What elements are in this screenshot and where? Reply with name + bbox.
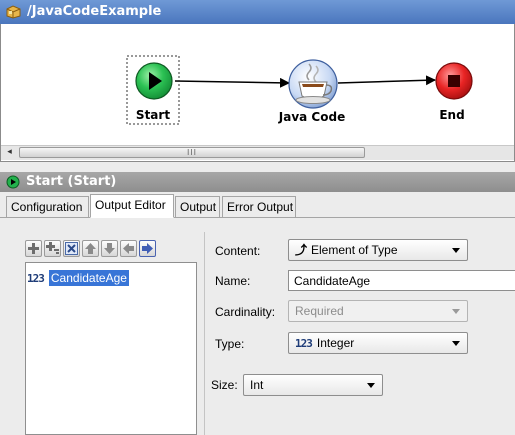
add-child-icon xyxy=(46,242,59,254)
connector-java-end[interactable] xyxy=(337,75,436,86)
start-node-label: Start xyxy=(136,108,170,122)
tab-configuration[interactable]: Configuration xyxy=(6,196,89,218)
integer-type-icon: 123 xyxy=(295,337,313,350)
stop-icon xyxy=(448,75,460,87)
integer-type-icon: 123 xyxy=(27,272,45,285)
chevron-down-icon xyxy=(367,383,375,388)
move-down-icon xyxy=(104,243,115,254)
content-label: Content: xyxy=(215,244,261,258)
move-right-button[interactable] xyxy=(139,240,156,257)
move-left-icon xyxy=(123,243,134,254)
tab-error-output[interactable]: Error Output xyxy=(222,196,296,218)
add-button[interactable] xyxy=(25,240,42,257)
tab-baseline xyxy=(0,217,515,218)
package-icon xyxy=(6,5,21,19)
editor-title-bar: /JavaCodeExample xyxy=(0,0,515,24)
add-icon xyxy=(28,243,39,254)
tab-configuration-label: Configuration xyxy=(11,200,83,214)
tab-output[interactable]: Output xyxy=(175,196,220,218)
chevron-down-icon xyxy=(452,341,460,346)
add-child-button[interactable] xyxy=(44,240,61,257)
type-value: Integer xyxy=(316,336,355,350)
java-code-node[interactable]: Java Code xyxy=(278,59,345,124)
properties-title-bar: Start (Start) xyxy=(0,172,515,192)
delete-icon xyxy=(65,242,78,255)
connector-start-java[interactable] xyxy=(174,77,290,88)
tab-output-editor-label: Output Editor xyxy=(95,198,166,212)
content-value: Element of Type xyxy=(311,243,398,257)
editor-title: /JavaCodeExample xyxy=(27,4,162,19)
size-select[interactable]: Int xyxy=(243,374,383,396)
move-up-icon xyxy=(85,243,96,254)
type-select[interactable]: 123 Integer xyxy=(288,332,468,354)
move-right-icon xyxy=(142,243,153,254)
start-node[interactable]: Start xyxy=(126,55,180,125)
type-label: Type: xyxy=(215,337,245,351)
move-up-button[interactable] xyxy=(82,240,99,257)
java-code-node-label: Java Code xyxy=(278,110,345,124)
name-label: Name: xyxy=(215,274,251,288)
move-left-button[interactable] xyxy=(120,240,137,257)
tree-toolbar xyxy=(25,240,158,260)
size-label: Size: xyxy=(211,378,238,392)
pane-divider[interactable] xyxy=(204,232,205,435)
tab-output-editor[interactable]: Output Editor xyxy=(90,194,174,218)
cardinality-label: Cardinality: xyxy=(215,305,276,319)
tree-item[interactable]: 123 CandidateAge xyxy=(27,270,129,289)
scrollbar-grip: III xyxy=(186,148,198,157)
move-down-button[interactable] xyxy=(101,240,118,257)
chevron-down-icon xyxy=(452,248,460,253)
delete-button[interactable] xyxy=(63,240,80,257)
process-diagram: Start Java Code End xyxy=(126,55,473,125)
tab-error-output-label: Error Output xyxy=(227,200,294,214)
end-node-label: End xyxy=(439,108,464,122)
start-node-small-icon xyxy=(6,175,20,189)
tree-item-label: CandidateAge xyxy=(48,270,129,286)
chevron-down-icon xyxy=(452,309,460,314)
end-node[interactable]: End xyxy=(435,62,473,122)
cardinality-select[interactable]: Required xyxy=(288,300,468,322)
scroll-left-arrow-icon[interactable]: ◂ xyxy=(2,146,17,159)
tab-output-label: Output xyxy=(180,200,217,214)
scrollbar-thumb[interactable]: III xyxy=(19,147,365,158)
content-select[interactable]: ⤴ Element of Type xyxy=(288,239,468,261)
element-type-icon: ⤴ xyxy=(295,243,308,257)
size-value: Int xyxy=(250,378,264,392)
name-input[interactable] xyxy=(288,270,515,291)
properties-title: Start (Start) xyxy=(26,174,117,189)
cardinality-value: Required xyxy=(295,304,344,318)
